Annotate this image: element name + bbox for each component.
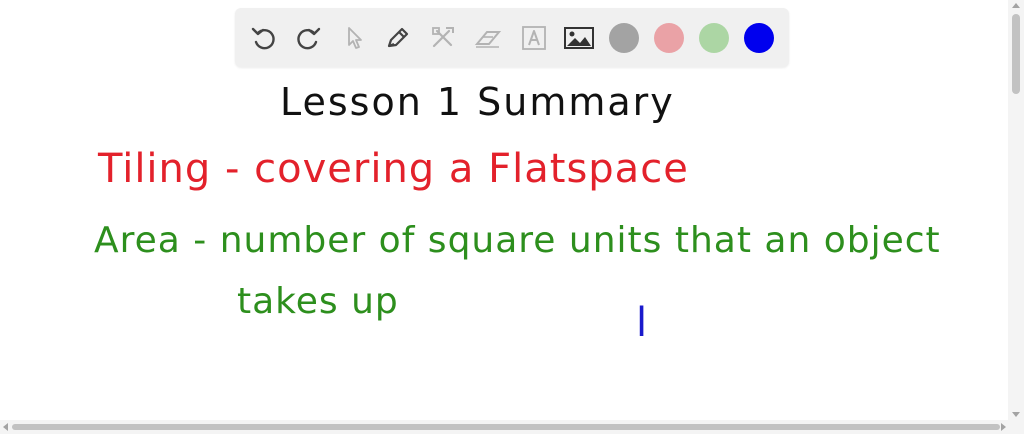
color-swatch-blue[interactable] (744, 23, 774, 53)
scroll-down-arrow-icon[interactable] (1012, 412, 1020, 417)
vertical-scroll-thumb[interactable] (1012, 14, 1020, 94)
area-definition-line2: takes up (237, 281, 399, 322)
pointer-icon (342, 25, 366, 51)
pen-icon (384, 24, 412, 52)
horizontal-scroll-thumb[interactable] (12, 424, 1000, 430)
vertical-scrollbar[interactable] (1008, 0, 1024, 420)
color-swatch-gray[interactable] (609, 23, 639, 53)
scroll-left-arrow-icon[interactable] (3, 423, 8, 431)
undo-icon (250, 24, 278, 52)
eraser-icon (473, 24, 503, 52)
color-swatch-red[interactable] (654, 23, 684, 53)
tiling-definition: Tiling - covering a Flatspace (98, 146, 689, 192)
image-icon (563, 25, 595, 51)
redo-button[interactable] (292, 22, 324, 54)
pen-tool-button[interactable] (382, 22, 414, 54)
color-swatch-green[interactable] (699, 23, 729, 53)
undo-button[interactable] (248, 22, 280, 54)
drawing-toolbar (235, 8, 789, 67)
image-tool-button[interactable] (563, 22, 595, 54)
redo-icon (294, 24, 322, 52)
shapes-tool-button[interactable] (427, 22, 459, 54)
blue-pen-mark: l (636, 300, 649, 346)
area-definition-line1: Area - number of square units that an ob… (94, 220, 941, 261)
scroll-right-arrow-icon[interactable] (1001, 423, 1006, 431)
lesson-title: Lesson 1 Summary (280, 80, 675, 124)
select-tool-button[interactable] (338, 22, 370, 54)
whiteboard-app: Lesson 1 Summary Tiling - covering a Fla… (0, 0, 1024, 434)
scroll-up-arrow-icon[interactable] (1012, 3, 1020, 8)
eraser-tool-button[interactable] (472, 22, 504, 54)
text-icon (520, 24, 548, 52)
horizontal-scrollbar[interactable] (0, 420, 1024, 434)
text-tool-button[interactable] (518, 22, 550, 54)
tools-icon (429, 24, 457, 52)
